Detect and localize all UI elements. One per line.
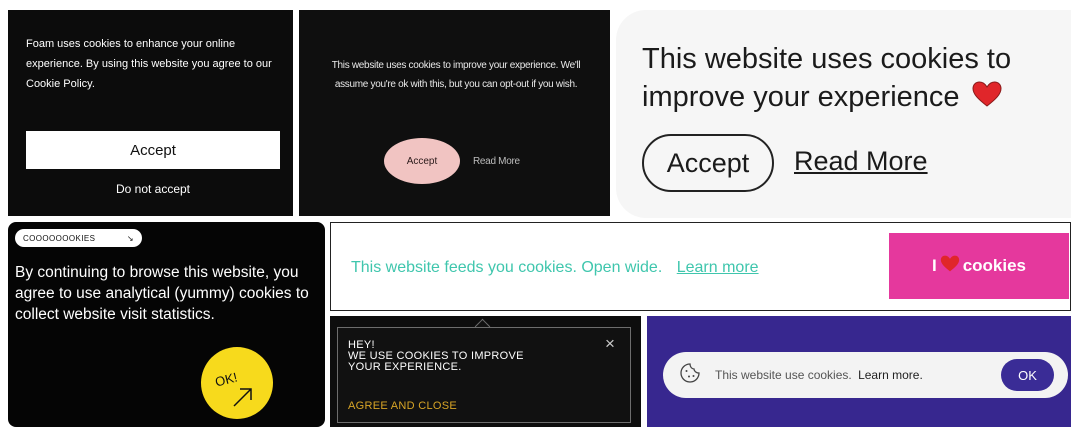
light-cookie-banner: This website uses cookies to improve you… bbox=[616, 10, 1071, 218]
feeds-message: This website feeds you cookies. Open wid… bbox=[351, 259, 759, 277]
love-cookies-button[interactable]: I cookies bbox=[889, 233, 1069, 299]
cookies-tag-label: COOOOOOOKIES bbox=[23, 233, 96, 243]
light-message-text: This website uses cookies to improve you… bbox=[642, 43, 1012, 113]
feeds-learn-more-link[interactable]: Learn more bbox=[677, 259, 759, 276]
yummy-message: By continuing to browse this website, yo… bbox=[15, 264, 309, 323]
hey-message: HEY! WE USE COOKIES TO IMPROVE YOUR EXPE… bbox=[348, 340, 524, 373]
light-read-more-link[interactable]: Read More bbox=[794, 146, 928, 177]
light-accept-button[interactable]: Accept bbox=[642, 134, 774, 192]
love-cookies-prefix: I bbox=[931, 256, 937, 275]
purple-learn-more-link[interactable]: Learn more. bbox=[858, 368, 923, 382]
arrow-down-right-icon: ↘ bbox=[126, 233, 134, 243]
yummy-cookie-banner: COOOOOOOKIES ↘ By continuing to browse t… bbox=[8, 222, 325, 427]
dark-accept-button[interactable]: Accept bbox=[384, 138, 460, 184]
light-message: This website uses cookies to improve you… bbox=[642, 40, 1062, 117]
arrow-up-right-icon bbox=[233, 388, 252, 407]
agree-and-close-link[interactable]: AGREE AND CLOSE bbox=[348, 400, 457, 412]
feeds-message-text: This website feeds you cookies. Open wid… bbox=[351, 259, 663, 276]
cookies-tag: COOOOOOOKIES ↘ bbox=[15, 229, 142, 247]
foam-decline-link[interactable]: Do not accept bbox=[26, 182, 280, 196]
heart-icon bbox=[972, 79, 1002, 117]
yummy-ok-button[interactable]: OK! bbox=[201, 347, 273, 419]
heart-icon bbox=[940, 255, 960, 277]
love-cookies-suffix: cookies bbox=[962, 256, 1027, 275]
hey-popover: HEY! WE USE COOKIES TO IMPROVE YOUR EXPE… bbox=[337, 327, 631, 423]
close-icon[interactable]: × bbox=[605, 334, 615, 354]
feeds-cookie-banner: This website feeds you cookies. Open wid… bbox=[330, 222, 1071, 311]
purple-message-text: This website use cookies. bbox=[715, 368, 852, 382]
dark-message: This website uses cookies to improve you… bbox=[331, 60, 581, 90]
foam-message: Foam uses cookies to enhance your online… bbox=[26, 38, 272, 90]
purple-message: This website use cookies. Learn more. bbox=[715, 368, 923, 382]
purple-ok-button[interactable]: OK bbox=[1001, 359, 1054, 391]
cookie-icon bbox=[679, 362, 701, 389]
dark-cookie-banner: This website uses cookies to improve you… bbox=[299, 10, 610, 216]
purple-cookie-banner: This website use cookies. Learn more. OK bbox=[647, 316, 1071, 427]
hey-cookie-banner: HEY! WE USE COOKIES TO IMPROVE YOUR EXPE… bbox=[330, 316, 641, 427]
foam-cookie-banner: Foam uses cookies to enhance your online… bbox=[8, 10, 293, 216]
foam-accept-button[interactable]: Accept bbox=[26, 131, 280, 169]
dark-read-more-link[interactable]: Read More bbox=[473, 156, 520, 167]
purple-pill: This website use cookies. Learn more. OK bbox=[663, 352, 1068, 398]
hey-line-3: YOUR EXPERIENCE. bbox=[348, 361, 462, 373]
